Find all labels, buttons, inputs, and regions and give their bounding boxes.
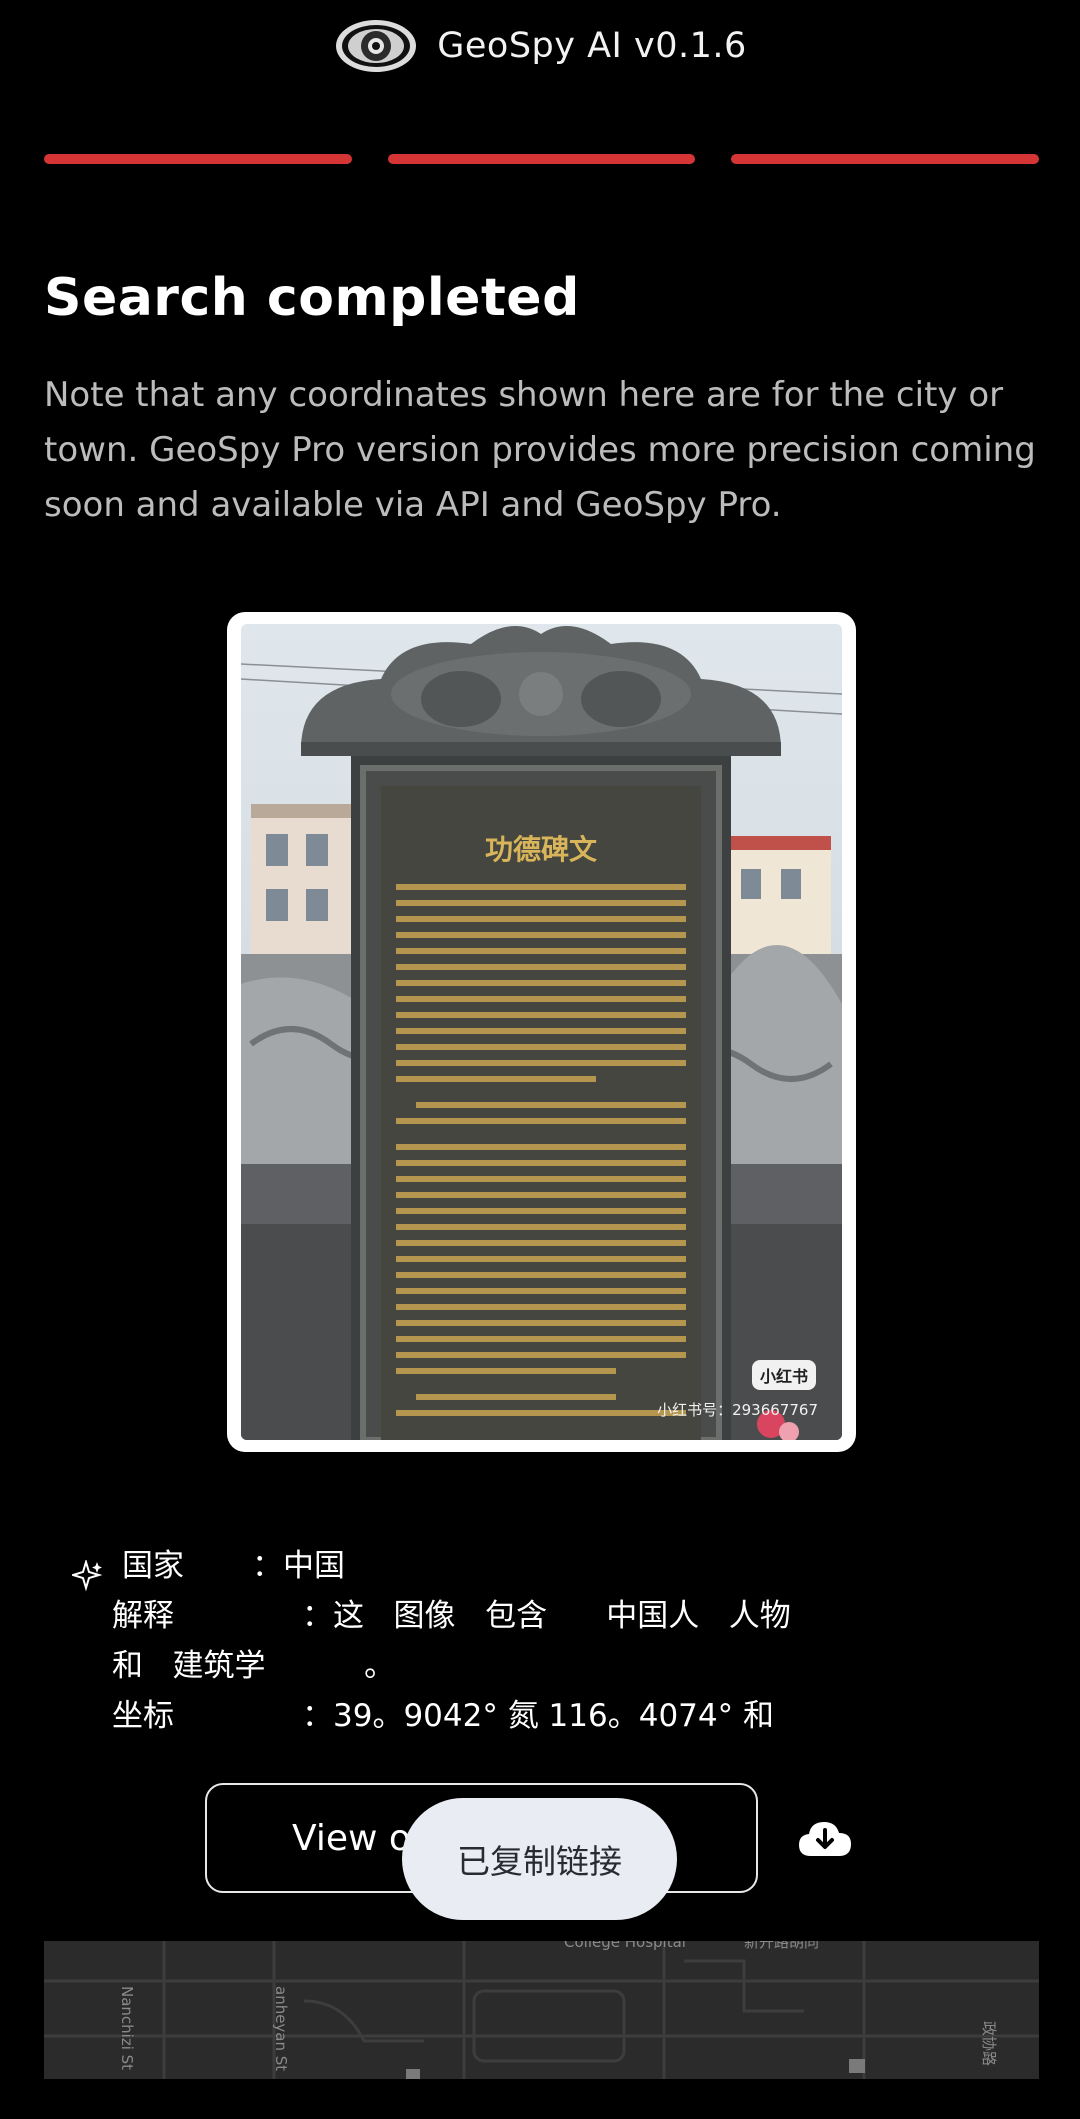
eye-logo-icon [336,20,417,72]
app-header: GeoSpy AI v0.1.6 [0,8,1080,84]
coordinates-value: ：39。9042° 氮 116。4074° 和 [302,1698,774,1734]
sparkle-icon [72,1560,103,1592]
watermark-badge: 小红书 [751,1360,816,1390]
map-tiles: College Hospital 新开路胡同 Nanchizi St anhey… [44,1941,1039,2079]
app-title: GeoSpy AI v0.1.6 [437,26,747,66]
progress-step-1 [44,154,352,164]
explanation-cont: 和 建筑学 。 [112,1648,396,1684]
coordinates-label: 坐标 [112,1698,174,1734]
explanation-label: 解释 [112,1598,174,1634]
country-value: ：中国 [252,1548,345,1584]
progress-step-3 [731,154,1040,164]
country-row: 国家 ：中国 [122,1540,345,1585]
progress-step-2 [387,154,696,164]
page-title: Search completed [44,268,580,328]
coordinates-row: 坐标 ：39。9042° 氮 116。4074° 和 [112,1690,774,1735]
uploaded-photo-card[interactable]: 功德碑文 小红书 小红书号：293667767 [227,612,856,1452]
map-label-xinkailu: 新开路胡同 [744,1941,819,1951]
map-label-nanchizi: Nanchizi St [118,1986,136,2070]
progress-steps [44,154,1040,164]
map-label-college-hospital: College Hospital [564,1941,686,1951]
stone-monument-illustration: 功德碑文 [241,624,842,1440]
uploaded-photo: 功德碑文 小红书 小红书号：293667767 [241,624,842,1440]
cloud-download-icon[interactable] [797,1816,853,1860]
country-label: 国家 [122,1548,184,1584]
map-label-zhengxie: 政协路 [980,2021,998,2066]
map-preview[interactable]: College Hospital 新开路胡同 Nanchizi St anhey… [44,1941,1039,2079]
svg-text:功德碑文: 功德碑文 [485,833,597,866]
map-label-nanheyan: anheyan St [272,1986,290,2071]
coordinates-note: Note that any coordinates shown here are… [44,375,1036,525]
explanation-value: ：这 图像 包含 中国人 人物 [302,1598,791,1634]
explanation-row: 解释 ：这 图像 包含 中国人 人物 [112,1590,791,1635]
explanation-continuation: 和 建筑学 。 [112,1640,395,1685]
watermark-id: 小红书号：293667767 [657,1401,818,1419]
link-copied-toast: 已复制链接 [402,1798,677,1920]
